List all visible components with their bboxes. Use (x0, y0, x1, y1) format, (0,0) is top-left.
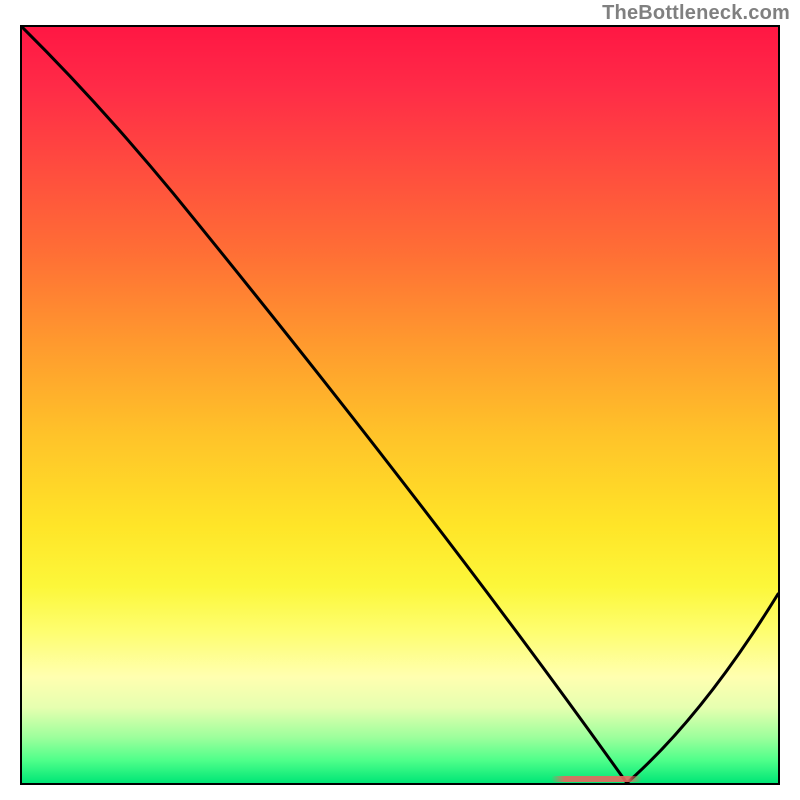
watermark-text: TheBottleneck.com (602, 2, 790, 25)
plot-area (20, 25, 780, 785)
chart-stage: TheBottleneck.com (0, 0, 800, 800)
optimal-range-marker (551, 776, 642, 782)
bottleneck-curve (22, 27, 778, 783)
